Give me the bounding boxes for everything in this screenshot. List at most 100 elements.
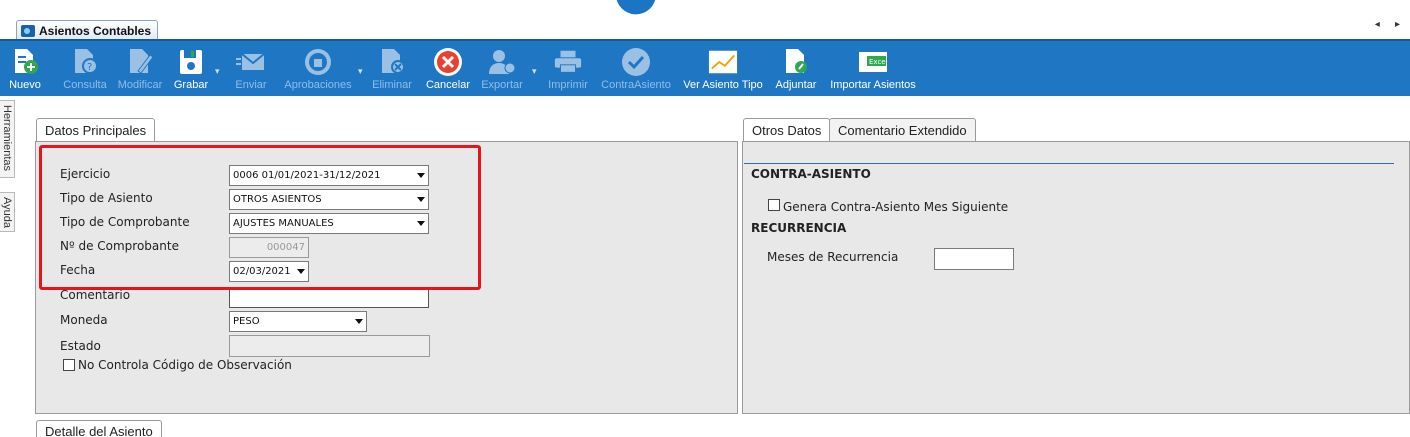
importar-asientos-button[interactable]: Excel Importar Asientos [828, 43, 918, 95]
tab-otros-datos-label: Otros Datos [752, 123, 822, 138]
moneda-value: PESO [233, 316, 260, 327]
nuevo-button[interactable]: Nuevo [9, 43, 41, 95]
cancelar-button[interactable]: Cancelar [426, 43, 470, 95]
no-controla-checkbox[interactable] [63, 359, 75, 371]
tab-detalle-asiento[interactable]: Detalle del Asiento [36, 420, 162, 437]
chevron-down-icon [297, 269, 305, 274]
enviar-button[interactable]: Enviar [234, 43, 268, 95]
chevron-down-icon [417, 173, 425, 178]
moneda-label: Moneda [60, 313, 108, 327]
tipo-comprobante-value: AJUSTES MANUALES [233, 218, 334, 229]
document-tab-asientos[interactable]: Asientos Contables [16, 20, 159, 41]
ejercicio-value: 0006 01/01/2021-31/12/2021 [233, 170, 381, 181]
modificar-label: Modificar [117, 79, 163, 91]
cancelar-label: Cancelar [425, 79, 471, 91]
recurrencia-heading: RECURRENCIA [751, 221, 847, 235]
app-icon [21, 25, 35, 37]
cancel-x-icon [433, 47, 463, 77]
excel-icon: Excel [858, 47, 888, 77]
excel-badge: Excel [869, 58, 888, 66]
consulta-button[interactable]: ? Consulta [62, 43, 108, 95]
printer-icon [553, 47, 583, 77]
paperclip-document-icon [781, 47, 811, 77]
tab-otros-datos[interactable]: Otros Datos [743, 118, 831, 142]
exportar-label: Exportar [481, 79, 523, 91]
otros-datos-panel [742, 141, 1410, 414]
estado-label: Estado [60, 339, 101, 353]
meses-recurrencia-input[interactable] [934, 248, 1014, 270]
imprimir-label: Imprimir [548, 79, 588, 91]
grabar-label: Grabar [173, 79, 209, 91]
adjuntar-label: Adjuntar [775, 79, 817, 91]
imprimir-button[interactable]: Imprimir [546, 43, 590, 95]
importar-asientos-label: Importar Asientos [830, 79, 916, 91]
ver-asiento-tipo-label: Ver Asiento Tipo [683, 79, 763, 91]
svg-text:?: ? [87, 62, 92, 73]
side-tab-herramientas-label: Herramientas [1, 105, 13, 172]
contra-asiento-heading: CONTRA-ASIENTO [751, 167, 871, 181]
grabar-dropdown-icon[interactable]: ▾ [215, 67, 220, 77]
chevron-down-icon [355, 319, 363, 324]
tab-datos-principales-label: Datos Principales [45, 123, 147, 138]
comentario-label: Comentario [60, 288, 131, 302]
document-question-icon: ? [70, 47, 100, 77]
fecha-label: Fecha [60, 263, 96, 277]
chart-line-icon [708, 47, 738, 77]
modificar-button[interactable]: Modificar [116, 43, 164, 95]
main-toolbar: Nuevo ? Consulta Modificar Grabar ▾ Envi… [0, 39, 1410, 96]
aprobaciones-dropdown-icon[interactable]: ▾ [358, 67, 363, 77]
tab-datos-principales[interactable]: Datos Principales [36, 118, 156, 142]
moneda-select[interactable]: PESO [229, 311, 367, 332]
side-tab-ayuda-label: Ayuda [1, 197, 13, 228]
section-divider [744, 163, 1394, 164]
chevron-down-icon [417, 221, 425, 226]
enviar-label: Enviar [235, 79, 267, 91]
envelope-icon [236, 47, 266, 77]
check-circle-icon [621, 47, 651, 77]
save-disk-icon [176, 47, 206, 77]
genera-contra-asiento-checkbox[interactable] [768, 199, 780, 211]
ejercicio-label: Ejercicio [60, 167, 111, 181]
genera-contra-asiento-label: Genera Contra-Asiento Mes Siguiente [783, 200, 1009, 214]
eliminar-button[interactable]: Eliminar [372, 43, 412, 95]
tipo-asiento-value: OTROS ASIENTOS [233, 194, 322, 205]
ejercicio-select[interactable]: 0006 01/01/2021-31/12/2021 [229, 165, 429, 186]
nuevo-label: Nuevo [9, 79, 41, 91]
aprobaciones-label: Aprobaciones [284, 79, 352, 91]
fecha-picker[interactable]: 02/03/2021 [229, 261, 309, 282]
tipo-asiento-label: Tipo de Asiento [60, 191, 153, 205]
tab-comentario-extendido-label: Comentario Extendido [838, 123, 967, 138]
exportar-dropdown-icon[interactable]: ▾ [532, 67, 537, 77]
side-tab-ayuda[interactable]: Ayuda [0, 192, 15, 232]
eliminar-label: Eliminar [372, 79, 412, 91]
meses-recurrencia-label: Meses de Recurrencia [767, 250, 899, 264]
estado-field [229, 335, 430, 357]
document-delete-icon [377, 47, 407, 77]
exportar-button[interactable]: Exportar [479, 43, 525, 95]
tipo-comprobante-select[interactable]: AJUSTES MANUALES [229, 213, 429, 234]
document-tab-label: Asientos Contables [39, 24, 152, 38]
contraasiento-label: ContraAsiento [601, 79, 671, 91]
nro-comprobante-label: Nº de Comprobante [60, 239, 179, 253]
tipo-comprobante-label: Tipo de Comprobante [60, 215, 190, 229]
chevron-down-icon [417, 197, 425, 202]
side-tab-herramientas[interactable]: Herramientas [0, 100, 15, 178]
tab-comentario-extendido[interactable]: Comentario Extendido [829, 118, 976, 142]
comentario-input[interactable] [229, 287, 429, 308]
grabar-button[interactable]: Grabar [172, 43, 210, 95]
adjuntar-button[interactable]: Adjuntar [773, 43, 819, 95]
thumbs-up-icon [303, 47, 333, 77]
consulta-label: Consulta [63, 79, 107, 91]
nro-comprobante-field: 000047 [229, 237, 309, 258]
tab-scroll-arrows[interactable]: ◂ ▸ [1375, 19, 1406, 30]
document-tabstrip: Asientos Contables ◂ ▸ [0, 15, 1410, 41]
document-plus-icon [10, 47, 40, 77]
tab-detalle-asiento-label: Detalle del Asiento [45, 424, 153, 437]
ver-asiento-tipo-button[interactable]: Ver Asiento Tipo [682, 43, 764, 95]
aprobaciones-button[interactable]: Aprobaciones [283, 43, 353, 95]
no-controla-label: No Controla Código de Observación [78, 358, 292, 372]
contraasiento-button[interactable]: ContraAsiento [600, 43, 672, 95]
document-edit-icon [125, 47, 155, 77]
fecha-value: 02/03/2021 [233, 266, 291, 277]
tipo-asiento-select[interactable]: OTROS ASIENTOS [229, 189, 429, 210]
